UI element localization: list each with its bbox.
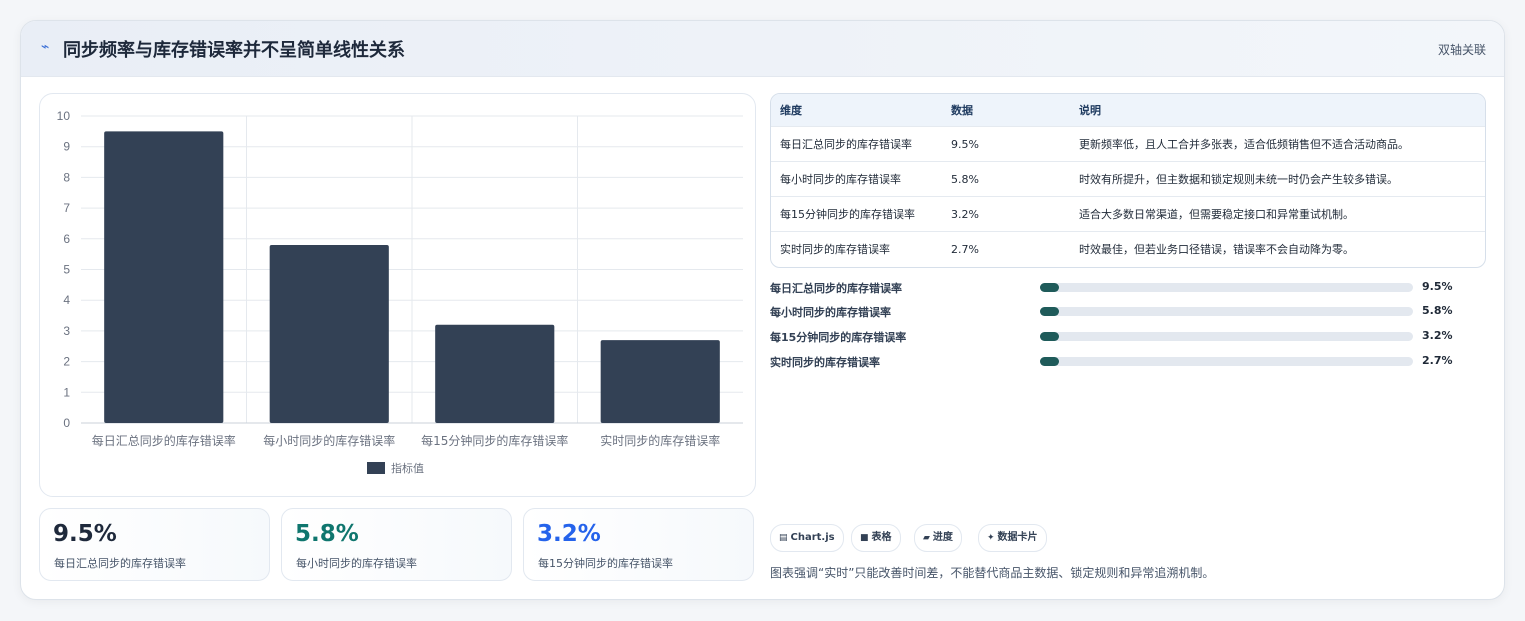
y-tick-label: 7 bbox=[63, 201, 70, 215]
legend-swatch bbox=[367, 462, 385, 474]
y-tick-label: 0 bbox=[63, 416, 70, 430]
table-cell: 每日汇总同步的库存错误率 bbox=[771, 126, 942, 162]
header-tag: 双轴关联 bbox=[1437, 43, 1486, 57]
x-tick-label: 实时同步的库存错误率 bbox=[600, 433, 720, 448]
bar bbox=[104, 131, 224, 423]
progress-row: 每15分钟同步的库存错误率 3.2% bbox=[770, 326, 1484, 346]
table-row: 每小时同步的库存错误率 5.8% 时效有所提升，但主数据和锁定规则未统一时仍会产… bbox=[771, 161, 1485, 197]
bar bbox=[435, 324, 555, 423]
progress-fill bbox=[1040, 307, 1059, 316]
data-table: 维度 数据 说明 每日汇总同步的库存错误率 9.5% 更新频率低，且人工合并多张… bbox=[770, 93, 1486, 268]
page-title: 同步频率与库存错误率并不呈简单线性关系 bbox=[63, 40, 405, 61]
progress-label: 每小时同步的库存错误率 bbox=[770, 306, 891, 319]
bar-chart: 0 1 2 3 4 5 6 7 8 9 10 每日汇总同步的库存错误率 每小时同步的库存错误率 每15分钟… bbox=[39, 93, 756, 497]
bar-chart-svg: 0 1 2 3 4 5 6 7 8 9 10 每日汇总同步的库存错误率 每小时同步的库存错误率 每15分钟… bbox=[57, 109, 743, 475]
main-card: ⌁ 同步频率与库存错误率并不呈简单线性关系 双轴关联 0 1 2 3 4 5 6 7 8 9 10 每… bbox=[20, 20, 1505, 600]
progress-value: 2.7% bbox=[1422, 354, 1453, 367]
progress-value: 5.8% bbox=[1422, 304, 1453, 317]
progress-fill bbox=[1040, 332, 1059, 341]
sparkle-icon: ✦ bbox=[987, 533, 995, 543]
table-header: 数据 bbox=[942, 94, 1070, 127]
table-header-row: 维度 数据 说明 bbox=[771, 94, 1485, 127]
chart-icon: ▤ bbox=[779, 533, 788, 543]
progress-track bbox=[1040, 357, 1413, 366]
stat-label: 每15分钟同步的库存错误率 bbox=[538, 557, 673, 570]
table-cell: 每15分钟同步的库存错误率 bbox=[771, 196, 942, 232]
table-cell: 每小时同步的库存错误率 bbox=[771, 161, 942, 197]
table-row: 实时同步的库存错误率 2.7% 时效最佳，但若业务口径错误，错误率不会自动降为零… bbox=[771, 231, 1485, 266]
table-row: 每日汇总同步的库存错误率 9.5% 更新频率低，且人工合并多张表，适合低频销售但… bbox=[771, 126, 1485, 162]
progress-label: 每15分钟同步的库存错误率 bbox=[770, 331, 907, 344]
stat-label: 每日汇总同步的库存错误率 bbox=[54, 557, 186, 570]
progress-track bbox=[1040, 332, 1413, 341]
progress-track bbox=[1040, 283, 1413, 292]
chip-label: 表格 bbox=[871, 532, 892, 543]
table-header: 维度 bbox=[771, 94, 942, 127]
card-header: ⌁ 同步频率与库存错误率并不呈简单线性关系 双轴关联 bbox=[21, 21, 1504, 77]
chip-progress[interactable]: ▰ 进度 bbox=[914, 524, 962, 552]
y-tick-label: 1 bbox=[63, 385, 70, 399]
table-cell: 时效最佳，但若业务口径错误，错误率不会自动降为零。 bbox=[1070, 231, 1485, 266]
bar bbox=[600, 340, 720, 423]
progress-fill bbox=[1040, 283, 1059, 292]
stat-card-daily: 9.5% 每日汇总同步的库存错误率 bbox=[39, 508, 270, 581]
y-tick-label: 2 bbox=[63, 355, 70, 369]
y-tick-label: 5 bbox=[63, 263, 70, 277]
table-cell: 3.2% bbox=[942, 196, 1070, 232]
stat-label: 每小时同步的库存错误率 bbox=[296, 557, 417, 570]
progress-row: 每小时同步的库存错误率 5.8% bbox=[770, 301, 1484, 321]
stat-value: 9.5% bbox=[53, 521, 117, 547]
stat-card-hourly: 5.8% 每小时同步的库存错误率 bbox=[281, 508, 512, 581]
lightning-icon: ⌁ bbox=[41, 39, 50, 55]
chip-label: Chart.js bbox=[790, 532, 835, 543]
table-cell: 实时同步的库存错误率 bbox=[771, 231, 942, 266]
stat-value: 3.2% bbox=[537, 521, 601, 547]
table-cell: 9.5% bbox=[942, 126, 1070, 162]
y-tick-label: 10 bbox=[57, 109, 71, 123]
bar bbox=[269, 244, 389, 423]
legend-label: 指标值 bbox=[391, 461, 424, 475]
table-icon: ■ bbox=[860, 533, 869, 543]
chip-label: 进度 bbox=[932, 532, 953, 543]
table-cell: 适合大多数日常渠道，但需要稳定接口和异常重试机制。 bbox=[1070, 196, 1485, 232]
stat-card-15min: 3.2% 每15分钟同步的库存错误率 bbox=[523, 508, 754, 581]
progress-value: 9.5% bbox=[1422, 280, 1453, 293]
x-tick-label: 每小时同步的库存错误率 bbox=[263, 433, 395, 448]
y-tick-label: 6 bbox=[63, 232, 70, 246]
table-cell: 时效有所提升，但主数据和锁定规则未统一时仍会产生较多错误。 bbox=[1070, 161, 1485, 197]
y-tick-label: 4 bbox=[63, 293, 70, 307]
y-tick-label: 9 bbox=[63, 140, 70, 154]
x-tick-label: 每日汇总同步的库存错误率 bbox=[92, 433, 236, 448]
table-cell: 更新频率低，且人工合并多张表，适合低频销售但不适合活动商品。 bbox=[1070, 126, 1485, 162]
progress-label: 每日汇总同步的库存错误率 bbox=[770, 282, 902, 295]
progress-track bbox=[1040, 307, 1413, 316]
footnote: 图表强调“实时”只能改善时间差，不能替代商品主数据、锁定规则和异常追溯机制。 bbox=[770, 566, 1215, 580]
progress-fill bbox=[1040, 357, 1059, 366]
table-cell: 5.8% bbox=[942, 161, 1070, 197]
progress-label: 实时同步的库存错误率 bbox=[770, 356, 880, 369]
table-header: 说明 bbox=[1070, 94, 1485, 127]
y-tick-label: 3 bbox=[63, 324, 70, 338]
chip-table[interactable]: ■ 表格 bbox=[851, 524, 901, 552]
x-tick-label: 每15分钟同步的库存错误率 bbox=[421, 433, 568, 448]
stat-value: 5.8% bbox=[295, 521, 359, 547]
table-cell: 2.7% bbox=[942, 231, 1070, 266]
chip-chartjs[interactable]: ▤ Chart.js bbox=[770, 524, 844, 552]
progress-row: 每日汇总同步的库存错误率 9.5% bbox=[770, 277, 1484, 297]
progress-icon: ▰ bbox=[923, 533, 930, 543]
chip-data-card[interactable]: ✦ 数据卡片 bbox=[978, 524, 1047, 552]
y-tick-label: 8 bbox=[63, 170, 70, 184]
chip-label: 数据卡片 bbox=[997, 532, 1038, 543]
progress-row: 实时同步的库存错误率 2.7% bbox=[770, 351, 1484, 371]
progress-value: 3.2% bbox=[1422, 329, 1453, 342]
table-row: 每15分钟同步的库存错误率 3.2% 适合大多数日常渠道，但需要稳定接口和异常重… bbox=[771, 196, 1485, 232]
